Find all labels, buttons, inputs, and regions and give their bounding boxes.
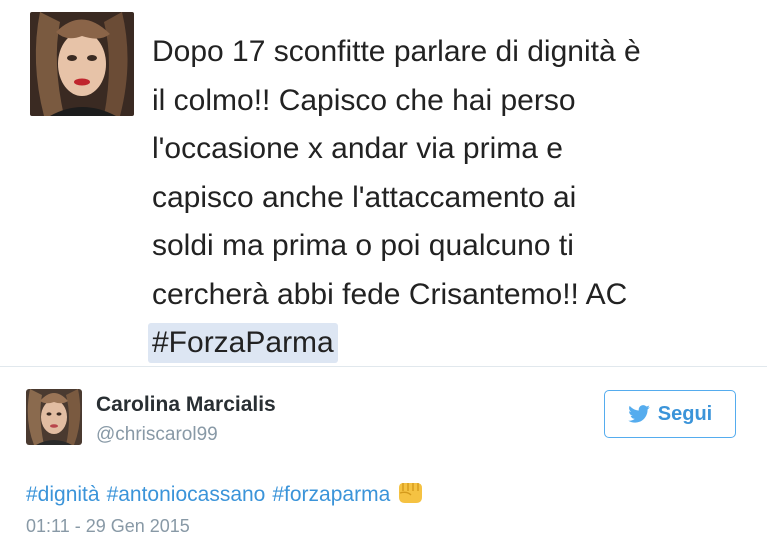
divider	[0, 366, 767, 367]
quoted-image-panel: Dopo 17 sconfitte parlare di dignità è i…	[0, 0, 767, 366]
hashtag-link[interactable]: #forzaparma	[272, 483, 390, 506]
follow-button[interactable]: Segui	[604, 390, 736, 438]
quoted-line: cercherà abbi fede Crisantemo!! AC	[152, 277, 628, 311]
quoted-line: capisco anche l'attaccamento ai	[152, 180, 577, 214]
quoted-tweet-text: Dopo 17 sconfitte parlare di dignità è i…	[148, 28, 752, 368]
profile-photo-small	[26, 389, 82, 445]
quoted-hashtag: #ForzaParma	[148, 323, 338, 363]
tweet-hashtags: #dignità #antoniocassano #forzaparma	[26, 480, 423, 507]
quoted-line: soldi ma prima o poi qualcuno ti	[152, 229, 574, 262]
quoted-line: il colmo!! Capisco che hai perso	[152, 83, 576, 117]
quoted-line: l'occasione x andar via prima e	[152, 132, 563, 165]
hashtag-link[interactable]: #dignità	[26, 483, 100, 506]
fist-emoji-icon	[399, 483, 423, 503]
author-avatar[interactable]	[26, 389, 82, 445]
tweet-timestamp[interactable]: 01:11 - 29 Gen 2015	[26, 516, 190, 537]
author-name[interactable]: Carolina Marcialis	[96, 393, 276, 417]
profile-photo	[30, 12, 134, 116]
twitter-bird-icon	[627, 405, 650, 423]
avatar	[30, 12, 134, 116]
quoted-line: Dopo 17 sconfitte parlare di dignità è	[152, 35, 641, 68]
follow-button-label: Segui	[657, 402, 713, 425]
hashtag-link[interactable]: #antoniocassano	[107, 483, 266, 506]
author-handle[interactable]: @chriscarol99	[96, 424, 218, 446]
